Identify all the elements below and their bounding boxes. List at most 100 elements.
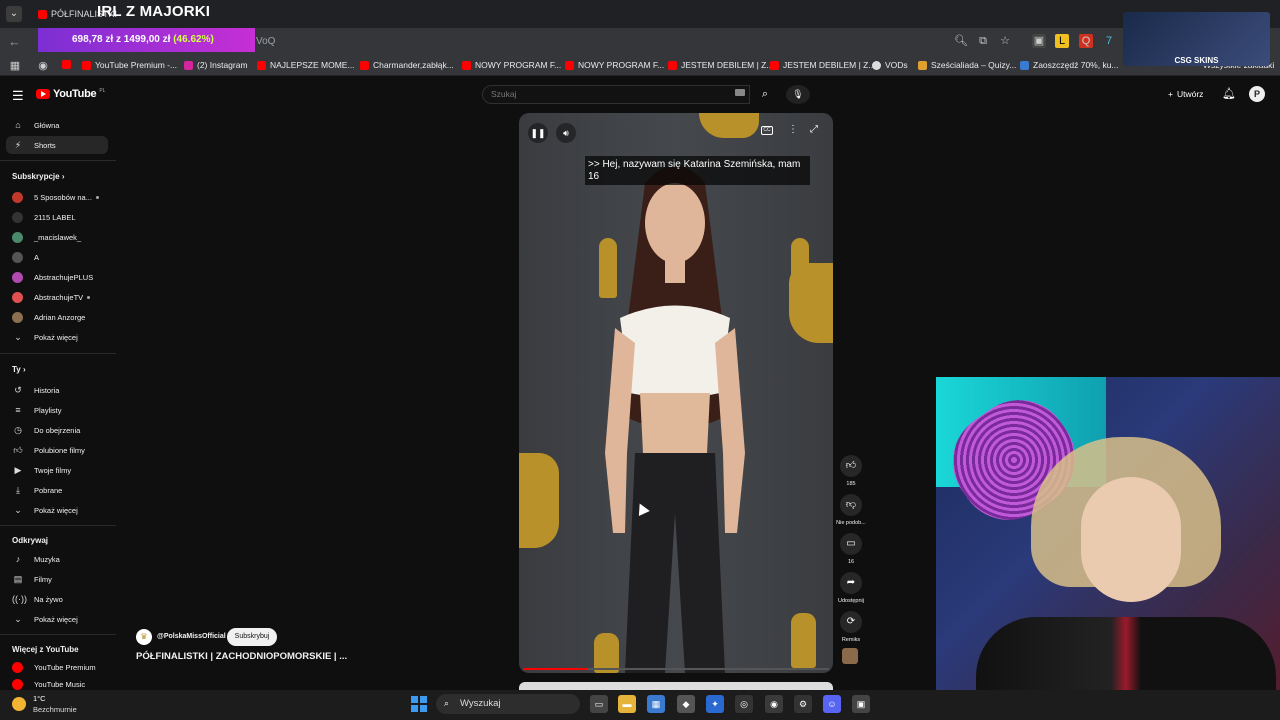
microphone-icon[interactable]: 🎙︎ <box>786 85 810 104</box>
bookmark-8[interactable]: JESTEM DEBILEM | Z... <box>770 60 875 70</box>
sidebar-item-sub-4[interactable]: AbstrachujePLUS <box>6 268 108 286</box>
sidebar-item-sub-6[interactable]: Adrian Anzorge <box>6 308 108 326</box>
chrome-icon[interactable]: ◉ <box>765 695 783 713</box>
bookmark-youtube[interactable] <box>62 60 71 69</box>
bookmark-11[interactable]: Zaoszczędź 70%, ku... <box>1020 60 1119 70</box>
app-icon[interactable]: ✦ <box>706 695 724 713</box>
remix-action[interactable]: ⟳ Remiks <box>836 611 866 643</box>
share-action[interactable]: ➦ Udostępnij <box>836 572 866 604</box>
sidebar-item-films[interactable]: ▤ Filmy <box>6 570 108 588</box>
windows-start-icon[interactable] <box>411 696 427 712</box>
app-icon[interactable]: ▣ <box>852 695 870 713</box>
youtube-play-icon <box>36 89 50 99</box>
comments-action[interactable]: ▭ 16 <box>836 533 866 565</box>
zoom-icon[interactable]: 🔍︎ <box>954 34 968 48</box>
url-text[interactable]: VoQ <box>256 36 275 47</box>
sidebar-item-home[interactable]: ⌂ Główna <box>6 116 108 134</box>
bookmark-7[interactable]: JESTEM DEBILEM | Z... <box>668 60 773 70</box>
discord-icon[interactable]: ☺ <box>823 695 841 713</box>
extension-twitch-icon[interactable]: ▣ <box>1032 34 1046 48</box>
app-icon[interactable]: ◆ <box>677 695 695 713</box>
subscriptions-header[interactable]: Subskrypcje › <box>12 172 64 181</box>
section-title: Ty <box>12 365 21 374</box>
sound-thumbnail[interactable] <box>842 648 858 664</box>
subscribe-button[interactable]: Subskrybuj <box>227 628 277 646</box>
section-title: Subskrypcje <box>12 172 60 181</box>
sidebar-item-yt-premium[interactable]: YouTube Premium <box>6 658 108 676</box>
bookmark-label: JESTEM DEBILEM | Z... <box>681 60 774 70</box>
sidebar-item-your-videos[interactable]: ▶ Twoje filmy <box>6 461 108 479</box>
bookmark-6[interactable]: NOWY PROGRAM F... <box>565 60 664 70</box>
sidebar-item-label: Historia <box>34 385 60 395</box>
sidebar-item-playlists[interactable]: ≡ Playlisty <box>6 401 108 419</box>
you-header[interactable]: Ty › <box>12 365 26 374</box>
bookmark-1[interactable]: YouTube Premium -... <box>82 60 177 70</box>
avatar[interactable]: P <box>1249 86 1265 102</box>
settings-gear-icon[interactable]: ⚙ <box>794 695 812 713</box>
youtube-logo[interactable]: YouTube PL <box>36 88 105 100</box>
bookmark-5[interactable]: NOWY PROGRAM F... <box>462 60 561 70</box>
channel-name[interactable]: @PolskaMissOfficial <box>157 633 226 640</box>
volume-button[interactable]: 🔊︎ <box>556 123 576 143</box>
more-vert-icon[interactable]: ⋮ <box>788 124 798 135</box>
bookmark-4[interactable]: Charmander,zabłąk... <box>360 60 454 70</box>
file-explorer-icon[interactable]: ▬ <box>618 695 636 713</box>
sidebar-item-sub-3[interactable]: A <box>6 248 108 266</box>
sidebar-item-shorts[interactable]: ⚡︎ Shorts <box>6 136 108 154</box>
captions-button[interactable]: CC <box>761 126 773 135</box>
back-arrow-icon[interactable]: ← <box>8 34 21 49</box>
bookmark-2[interactable]: (2) Instagram <box>184 60 248 70</box>
bookmark-9[interactable]: VODs <box>872 60 908 70</box>
search-icon[interactable]: ⌕ <box>750 85 780 104</box>
apps-grid-icon[interactable]: ▦ <box>8 59 22 73</box>
short-video-player[interactable] <box>519 113 833 673</box>
taskbar-search[interactable]: Wyszukaj <box>436 694 580 714</box>
sidebar-item-live[interactable]: ((·)) Na żywo <box>6 590 108 608</box>
sidebar-item-label: Polubione filmy <box>34 445 85 455</box>
bookmark-star-icon[interactable]: ☆ <box>998 34 1012 48</box>
sidebar-item-sub-2[interactable]: _macislawek_ <box>6 228 108 246</box>
like-action[interactable]: 👍︎ 185 <box>836 455 866 487</box>
bookmark-3[interactable]: NAJLEPSZE MOME... <box>257 60 355 70</box>
weather-text[interactable]: Bezchmurnie <box>33 705 77 714</box>
temperature[interactable]: 1°C <box>33 694 46 703</box>
region-code: PL <box>99 88 106 94</box>
menu-icon[interactable]: ☰ <box>12 88 24 104</box>
bookmark-10[interactable]: Sześcialiada – Quizy... <box>918 60 1016 70</box>
sidebar-item-yt-music[interactable]: YouTube Music <box>6 678 108 690</box>
chrome-icon[interactable]: ◉ <box>36 59 50 73</box>
donation-goal: 1499,00 zł <box>123 34 171 45</box>
keyboard-icon[interactable] <box>735 89 745 96</box>
extension-notes-icon[interactable]: L <box>1055 34 1069 48</box>
sidebar-item-liked[interactable]: 👍︎ Polubione filmy <box>6 441 108 459</box>
store-icon[interactable]: ▦ <box>647 695 665 713</box>
sidebar-item-downloads[interactable]: ⤓ Pobrane <box>6 481 108 499</box>
bell-icon[interactable]: 🔔︎ <box>1222 87 1236 100</box>
search-input[interactable]: Szukaj <box>482 85 750 104</box>
sidebar-item-subs-more[interactable]: ⌄ Pokaż więcej <box>6 328 108 346</box>
sidebar-item-watch-later[interactable]: ◷ Do obejrzenia <box>6 421 108 439</box>
create-button[interactable]: + Utwórz <box>1168 89 1203 99</box>
sidebar-item-sub-0[interactable]: 5 Sposobów na... <box>6 188 108 206</box>
extension-red-icon[interactable]: Q <box>1079 34 1093 48</box>
fullscreen-icon[interactable]: ⤢ <box>810 124 818 135</box>
sidebar-item-you-more[interactable]: ⌄ Pokaż więcej <box>6 501 108 519</box>
install-app-icon[interactable]: ⧉ <box>976 34 990 48</box>
app-icon[interactable]: ◎ <box>735 695 753 713</box>
channel-avatar[interactable]: ♛ <box>136 629 152 645</box>
sidebar-item-explore-more[interactable]: ⌄ Pokaż więcej <box>6 610 108 628</box>
sidebar-item-sub-1[interactable]: 2115 LABEL <box>6 208 108 226</box>
extension-7tv-icon[interactable]: 7 <box>1102 34 1116 48</box>
weather-icon[interactable] <box>12 697 26 711</box>
sidebar-item-music[interactable]: ♪ Muzyka <box>6 550 108 568</box>
sidebar-item-history[interactable]: ↺ Historia <box>6 381 108 399</box>
video-title[interactable]: PÓŁFINALISTKI | ZACHODNIOPOMORSKIE | ... <box>136 651 347 662</box>
tab-search-button[interactable]: ⌄ <box>6 6 22 22</box>
sidebar-item-sub-5[interactable]: AbstrachujeTV <box>6 288 108 306</box>
playlist-icon: ≡ <box>15 405 21 415</box>
dislike-action[interactable]: 👎︎ Nie podob... <box>836 494 866 526</box>
task-view-icon[interactable]: ▭ <box>590 695 608 713</box>
next-short-preview[interactable] <box>519 682 833 690</box>
backdrop-map-shape <box>699 113 759 138</box>
pause-button[interactable]: ❚❚ <box>528 123 548 143</box>
